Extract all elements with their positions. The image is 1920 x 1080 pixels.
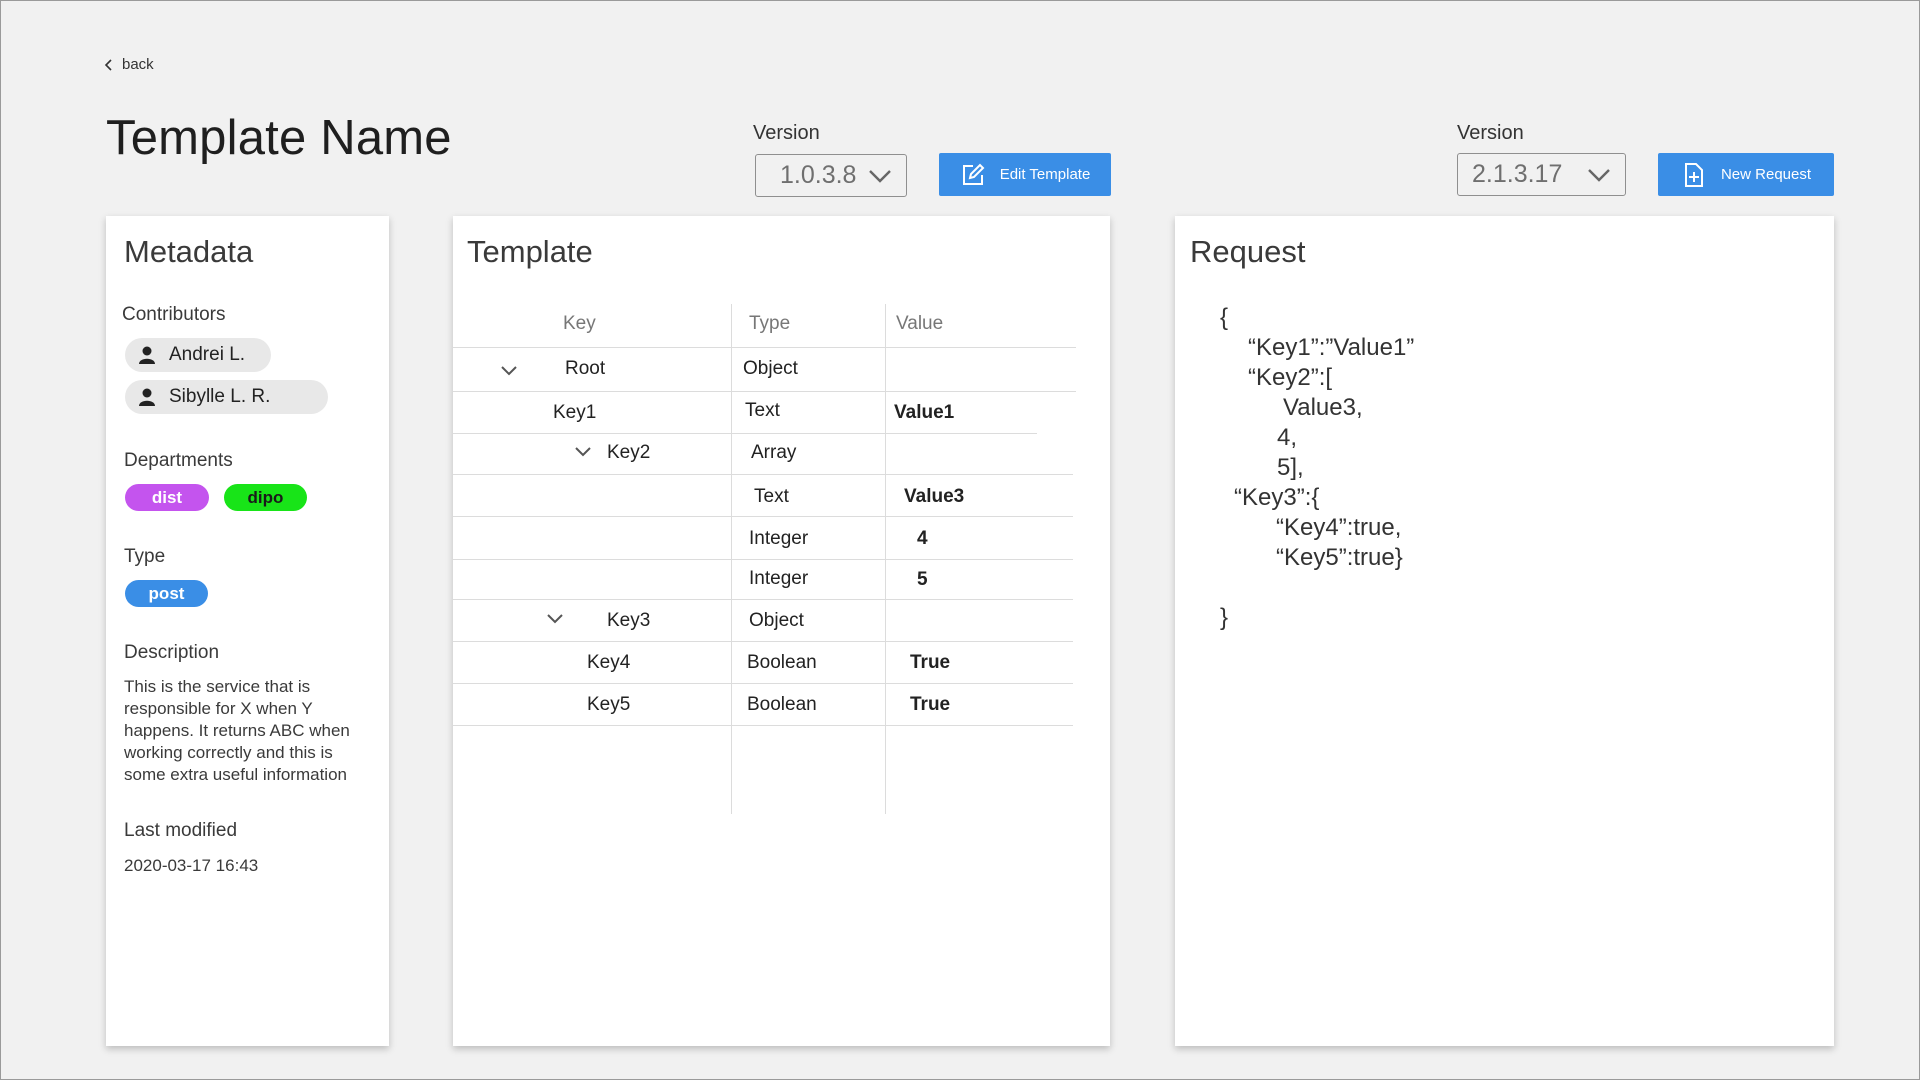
json-line: “Key4”:true, — [1276, 514, 1402, 541]
column-header-type: Type — [749, 313, 791, 334]
column-header-value: Value — [896, 313, 944, 334]
new-request-button[interactable]: New Request — [1658, 153, 1834, 196]
json-line: 4, — [1277, 424, 1298, 451]
page-title: Template Name — [106, 111, 452, 165]
template-version-value: 1.0.3.8 — [780, 161, 857, 189]
department-tag-dipo[interactable]: dipo — [224, 484, 307, 511]
table-row-value: 4 — [917, 528, 928, 549]
json-line: “Key5”:true} — [1276, 544, 1403, 571]
back-label: back — [122, 56, 154, 73]
table-row-type: Text — [745, 400, 780, 421]
table-row-type: Boolean — [747, 694, 817, 715]
chevron-left-icon — [104, 58, 112, 71]
json-line: “Key3”:{ — [1234, 484, 1320, 511]
type-label: Type — [124, 546, 166, 567]
metadata-panel: Metadata Contributors Andrei L. Sibylle … — [106, 216, 389, 1046]
department-tag-dist[interactable]: dist — [125, 484, 209, 511]
description-label: Description — [124, 642, 220, 663]
template-version-select[interactable]: 1.0.3.8 — [755, 154, 907, 197]
departments-label: Departments — [124, 450, 233, 471]
json-line: “Key1”:”Value1” — [1248, 334, 1415, 361]
description-text: This is the service that is responsible … — [124, 677, 350, 784]
template-panel: Template Key Type Value Root Object Key1… — [453, 216, 1110, 1046]
table-row-type: Integer — [749, 528, 809, 549]
edit-icon — [962, 163, 985, 185]
table-row-type: Boolean — [747, 652, 817, 673]
contributors-label: Contributors — [122, 304, 226, 325]
table-row-value: True — [910, 652, 951, 673]
table-row-key: Key2 — [607, 442, 651, 463]
column-header-key: Key — [563, 313, 596, 334]
table-row-key: Key3 — [607, 610, 651, 631]
contributor-name: Andrei L. — [169, 344, 246, 365]
json-line: “Key2”:[ — [1248, 364, 1333, 391]
request-title: Request — [1190, 234, 1306, 269]
table-row-value: Value1 — [894, 402, 955, 423]
last-modified-label: Last modified — [124, 820, 238, 841]
json-line: Value3, — [1283, 394, 1363, 421]
table-row-value: True — [910, 694, 951, 715]
request-panel: Request { “Key1”:”Value1” “Key2”:[ Value… — [1175, 216, 1834, 1046]
table-row-type: Object — [749, 610, 804, 631]
new-request-label: New Request — [1720, 166, 1812, 183]
request-version-value: 2.1.3.17 — [1472, 160, 1563, 188]
table-row-value: Value3 — [904, 486, 965, 507]
chevron-down-icon — [1588, 168, 1610, 182]
edit-template-button[interactable]: Edit Template — [939, 153, 1111, 196]
json-line: } — [1220, 604, 1229, 631]
new-document-icon — [1684, 162, 1703, 187]
table-row-type: Array — [751, 442, 797, 463]
chevron-down-icon[interactable] — [574, 446, 592, 458]
chevron-down-icon[interactable] — [500, 365, 518, 377]
user-icon — [139, 346, 155, 364]
request-version-select[interactable]: 2.1.3.17 — [1457, 153, 1626, 196]
table-row-value: 5 — [917, 569, 928, 590]
table-row-key: Root — [565, 358, 606, 379]
contributor-name: Sibylle L. R. — [169, 386, 271, 407]
last-modified-value: 2020-03-17 16:43 — [124, 856, 259, 875]
json-line: { — [1220, 304, 1229, 331]
edit-template-label: Edit Template — [999, 166, 1091, 183]
table-row-type: Integer — [749, 568, 809, 589]
table-row-type: Text — [754, 486, 789, 507]
request-version-label: Version — [1457, 122, 1524, 144]
metadata-title: Metadata — [124, 234, 254, 269]
template-table: Key Type Value Root Object Key1 Text Val… — [453, 216, 1110, 1046]
chevron-down-icon[interactable] — [546, 613, 564, 625]
template-version-label: Version — [753, 122, 820, 144]
contributor-chip[interactable]: Andrei L. — [125, 338, 271, 372]
table-row-type: Object — [743, 358, 798, 379]
contributor-chip[interactable]: Sibylle L. R. — [125, 380, 328, 414]
type-tag[interactable]: post — [125, 580, 208, 607]
back-link[interactable]: back — [104, 56, 154, 73]
json-line: 5], — [1277, 454, 1304, 481]
table-row-key: Key4 — [587, 652, 631, 673]
user-icon — [139, 388, 155, 406]
table-row-key: Key5 — [587, 694, 631, 715]
chevron-down-icon — [869, 169, 891, 183]
table-row-key: Key1 — [553, 402, 597, 423]
